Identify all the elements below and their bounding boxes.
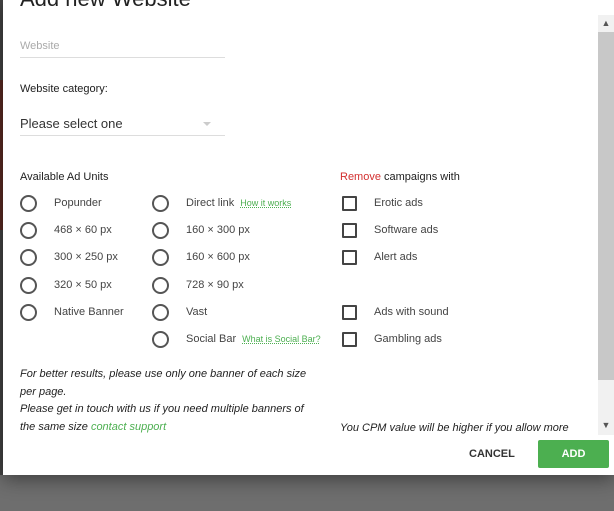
option-label: 300 × 250 px — [54, 251, 118, 263]
ad-unit-option[interactable]: 468 × 60 px — [20, 221, 112, 239]
scrollbar[interactable]: ▲ ▼ — [598, 15, 614, 435]
ad-unit-option[interactable]: 320 × 50 px — [20, 276, 112, 294]
option-label: Native Banner — [54, 306, 124, 318]
category-select[interactable]: Please select one — [20, 116, 225, 136]
checkbox-icon[interactable] — [342, 249, 357, 265]
category-label: Website category: — [20, 83, 108, 95]
how-it-works-link[interactable]: How it works — [240, 198, 291, 208]
option-label: 160 × 300 px — [186, 224, 250, 236]
option-label: Gambling ads — [374, 333, 442, 345]
checkbox-icon[interactable] — [342, 222, 357, 238]
option-label: 160 × 600 px — [186, 251, 250, 263]
option-label: 728 × 90 px — [186, 279, 244, 291]
option-label: 468 × 60 px — [54, 224, 112, 236]
exclusion-checkbox[interactable]: Ads with sound — [342, 304, 449, 320]
checkbox-icon[interactable] — [342, 331, 357, 347]
ad-unit-option[interactable]: Native Banner — [20, 303, 124, 321]
social-bar-help-link[interactable]: What is Social Bar? — [242, 334, 321, 344]
option-label: Direct link — [186, 197, 235, 209]
cpm-note: You CPM value will be higher if you allo… — [340, 422, 569, 434]
radio-icon[interactable] — [152, 248, 169, 266]
category-value: Please select one — [20, 116, 123, 131]
option-label: Erotic ads — [374, 197, 423, 209]
radio-icon[interactable] — [152, 276, 169, 294]
chevron-down-icon — [203, 122, 211, 126]
radio-icon[interactable] — [20, 221, 37, 239]
radio-icon[interactable] — [152, 303, 169, 321]
ad-unit-option[interactable]: 160 × 300 px — [152, 221, 250, 239]
ad-units-heading: Available Ad Units — [20, 171, 109, 183]
scroll-down-icon[interactable]: ▼ — [598, 417, 614, 433]
radio-icon[interactable] — [152, 330, 169, 348]
radio-icon[interactable] — [152, 221, 169, 239]
checkbox-icon[interactable] — [342, 304, 357, 320]
radio-icon[interactable] — [152, 194, 169, 212]
radio-icon[interactable] — [20, 303, 37, 321]
website-input[interactable]: Website — [20, 40, 225, 58]
ad-unit-option[interactable]: Popunder — [20, 194, 102, 212]
scrollbar-thumb[interactable] — [598, 32, 614, 380]
ad-unit-option[interactable]: Social Bar What is Social Bar? — [152, 330, 321, 348]
option-label: Popunder — [54, 197, 102, 209]
dialog-title: Add new Website — [20, 0, 191, 12]
exclusion-checkbox[interactable]: Gambling ads — [342, 331, 442, 347]
ad-unit-option[interactable]: Direct link How it works — [152, 194, 291, 212]
add-button[interactable]: ADD — [538, 440, 609, 468]
option-label: Software ads — [374, 224, 439, 236]
ad-unit-option[interactable]: 300 × 250 px — [20, 248, 118, 266]
radio-icon[interactable] — [20, 194, 37, 212]
contact-support-link[interactable]: contact support — [91, 421, 166, 433]
option-label: 320 × 50 px — [54, 279, 112, 291]
checkbox-icon[interactable] — [342, 195, 357, 211]
option-label: Vast — [186, 306, 208, 318]
option-label: Social Bar — [186, 333, 237, 345]
ad-unit-option[interactable]: 160 × 600 px — [152, 248, 250, 266]
option-label: Ads with sound — [374, 306, 449, 318]
remove-heading: Remove campaigns with — [340, 171, 460, 183]
radio-icon[interactable] — [20, 248, 37, 266]
exclusion-checkbox[interactable]: Erotic ads — [342, 195, 423, 211]
radio-icon[interactable] — [20, 276, 37, 294]
banner-note: For better results, please use only one … — [20, 368, 307, 433]
ad-unit-option[interactable]: Vast — [152, 303, 208, 321]
exclusion-checkbox[interactable]: Alert ads — [342, 249, 417, 265]
cancel-button[interactable]: CANCEL — [469, 448, 515, 460]
option-label: Alert ads — [374, 251, 418, 263]
scroll-up-icon[interactable]: ▲ — [598, 15, 614, 31]
exclusion-checkbox[interactable]: Software ads — [342, 222, 438, 238]
ad-unit-option[interactable]: 728 × 90 px — [152, 276, 244, 294]
add-website-dialog: Add new Website Website Website category… — [3, 0, 614, 475]
